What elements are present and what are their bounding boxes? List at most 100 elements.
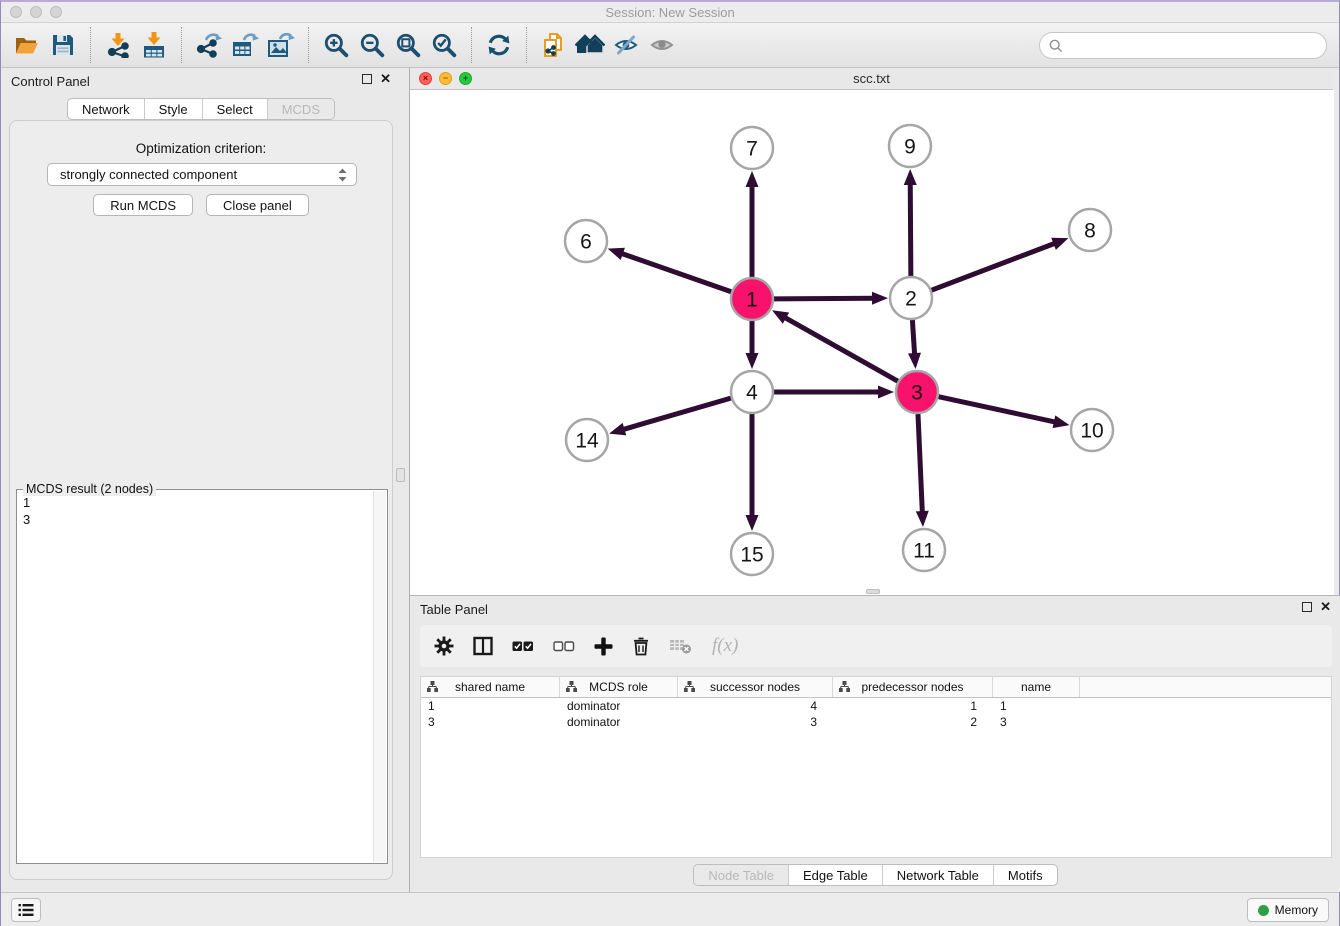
column-header-successor-nodes[interactable]: successor nodes <box>678 677 833 697</box>
refresh-view-button[interactable] <box>481 26 517 64</box>
tab-select[interactable]: Select <box>202 99 267 119</box>
edge-arrowhead <box>609 423 626 435</box>
cell-successor-nodes[interactable]: 3 <box>678 714 833 730</box>
delete-column-button[interactable] <box>632 636 650 656</box>
export-image-button[interactable] <box>263 26 299 64</box>
cell-shared-name[interactable]: 3 <box>421 714 560 730</box>
export-table-button[interactable] <box>227 26 263 64</box>
app-titlebar: Session: New Session <box>1 2 1339 23</box>
cell-MCDS-role[interactable]: dominator <box>560 698 678 714</box>
edge-3-11[interactable] <box>918 414 922 513</box>
split-view-button[interactable] <box>473 636 493 656</box>
delete-table-button[interactable] <box>669 637 693 655</box>
zoom-selected-button[interactable] <box>426 26 462 64</box>
import-table-button[interactable] <box>136 26 172 64</box>
result-scrollbar[interactable] <box>373 491 386 862</box>
cell-MCDS-role[interactable]: dominator <box>560 714 678 730</box>
control-panel-title: Control Panel <box>11 74 90 89</box>
tab-node-table[interactable]: Node Table <box>694 865 788 885</box>
toolbar-separator <box>471 27 472 63</box>
optimization-criterion-value: strongly connected component <box>60 167 237 182</box>
tab-network-table[interactable]: Network Table <box>882 865 993 885</box>
export-image-icon <box>267 32 295 58</box>
node-label-3: 3 <box>911 382 923 405</box>
select-all-columns-button[interactable] <box>512 639 534 653</box>
node-label-7: 7 <box>746 138 758 161</box>
horizontal-splitter-grip[interactable] <box>866 589 880 594</box>
deselect-all-columns-button[interactable] <box>553 639 575 653</box>
zoom-fit-button[interactable] <box>390 26 426 64</box>
edge-arrowhead <box>908 353 921 369</box>
cell-name[interactable]: 1 <box>993 698 1080 714</box>
mcds-result-text: 1 3 <box>19 494 371 861</box>
export-network-button[interactable] <box>191 26 227 64</box>
edge-arrowhead <box>904 169 917 185</box>
open-session-button[interactable] <box>9 26 45 64</box>
cell-name[interactable]: 3 <box>993 714 1080 730</box>
toolbar-separator <box>308 27 309 63</box>
network-canvas[interactable]: 7968124314101511 <box>410 90 1334 595</box>
node-label-11: 11 <box>913 540 935 563</box>
cell-predecessor-nodes[interactable]: 1 <box>833 698 993 714</box>
column-header-predecessor-nodes[interactable]: predecessor nodes <box>833 677 993 697</box>
network-view-window: × − + scc.txt 7968124314101511 <box>409 68 1333 595</box>
tab-style[interactable]: Style <box>144 99 202 119</box>
zoom-in-button[interactable] <box>318 26 354 64</box>
float-panel-icon[interactable] <box>1302 602 1312 612</box>
hide-selected-button[interactable] <box>608 26 644 64</box>
table-row[interactable]: 1dominator411 <box>421 698 1331 714</box>
tab-edge-table[interactable]: Edge Table <box>788 865 882 885</box>
float-panel-icon[interactable] <box>362 74 372 84</box>
column-header-shared-name[interactable]: shared name <box>421 677 560 697</box>
table-settings-button[interactable] <box>434 636 454 656</box>
clone-network-button[interactable] <box>536 26 572 64</box>
edge-2-8[interactable] <box>932 243 1056 290</box>
save-icon <box>51 33 75 57</box>
table-row[interactable]: 3dominator323 <box>421 714 1331 730</box>
edge-2-9[interactable] <box>910 183 911 276</box>
tab-mcds[interactable]: MCDS <box>267 99 334 119</box>
first-neighbors-button[interactable] <box>572 26 608 64</box>
node-table[interactable]: shared nameMCDS rolesuccessor nodesprede… <box>420 676 1332 858</box>
zoom-out-button[interactable] <box>354 26 390 64</box>
apply-function-button[interactable]: f(x) <box>712 635 738 657</box>
close-panel-icon[interactable]: ✕ <box>380 74 391 84</box>
table-header-row: shared nameMCDS rolesuccessor nodesprede… <box>421 677 1331 698</box>
toolbar-separator <box>90 27 91 63</box>
column-header-MCDS-role[interactable]: MCDS role <box>560 677 678 697</box>
close-panel-button[interactable]: Close panel <box>206 194 309 216</box>
cell-shared-name[interactable]: 1 <box>421 698 560 714</box>
edge-arrowhead <box>916 511 929 527</box>
mcds-result-group: MCDS result (2 nodes) 1 3 <box>16 489 388 864</box>
network-graph[interactable]: 7968124314101511 <box>410 90 1334 595</box>
edge-arrowhead <box>608 248 625 260</box>
edge-4-14[interactable] <box>623 398 731 430</box>
show-all-button[interactable] <box>644 26 680 64</box>
save-session-button[interactable] <box>45 26 81 64</box>
search-field[interactable] <box>1039 32 1327 59</box>
search-input[interactable] <box>1063 38 1326 53</box>
cell-predecessor-nodes[interactable]: 2 <box>833 714 993 730</box>
import-network-button[interactable] <box>100 26 136 64</box>
tab-network[interactable]: Network <box>68 99 144 119</box>
run-mcds-button[interactable]: Run MCDS <box>93 194 193 216</box>
show-panels-button[interactable] <box>11 898 41 922</box>
cell-successor-nodes[interactable]: 4 <box>678 698 833 714</box>
add-column-button[interactable] <box>594 637 613 656</box>
edge-1-2[interactable] <box>774 298 874 299</box>
close-panel-icon[interactable]: ✕ <box>1320 602 1331 612</box>
edge-3-1[interactable] <box>784 317 898 381</box>
vertical-splitter-grip[interactable] <box>396 468 405 482</box>
houses-icon <box>575 33 605 57</box>
main-toolbar <box>1 23 1339 68</box>
edge-1-6[interactable] <box>621 253 731 292</box>
column-header-name[interactable]: name <box>993 677 1080 697</box>
optimization-criterion-select[interactable]: strongly connected component <box>47 163 357 186</box>
table-panel-header: Table Panel ✕ <box>410 596 1340 622</box>
tab-motifs[interactable]: Motifs <box>993 865 1057 885</box>
edge-2-3[interactable] <box>912 320 914 355</box>
node-label-9: 9 <box>904 136 916 159</box>
zoom-fit-icon <box>395 32 421 58</box>
memory-button[interactable]: Memory <box>1247 898 1329 922</box>
edge-3-10[interactable] <box>938 397 1055 422</box>
